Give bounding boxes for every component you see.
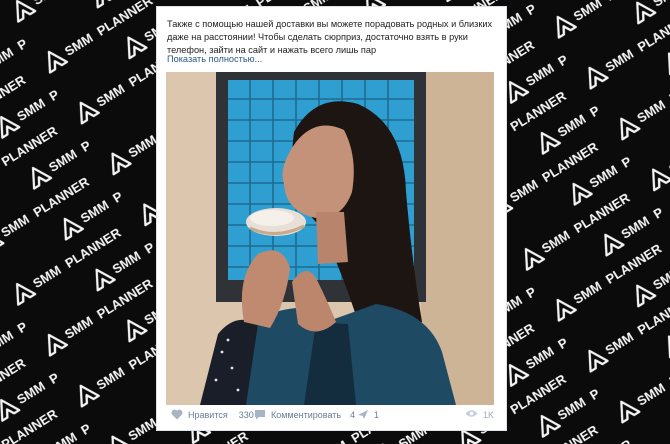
eye-icon: [465, 409, 478, 420]
views-counter: 1K: [465, 409, 494, 420]
comment-icon: [254, 409, 266, 420]
show-more-link[interactable]: Показать полностью...: [167, 54, 262, 64]
share-count: 1: [374, 409, 380, 420]
post-photo[interactable]: [166, 72, 494, 405]
comment-label: Комментировать: [271, 409, 342, 420]
comment-count: 4: [350, 409, 356, 420]
like-count: 330: [238, 409, 254, 420]
like-button[interactable]: Нравится 330: [171, 409, 254, 420]
heart-icon: [171, 409, 183, 420]
share-button[interactable]: 1: [357, 409, 379, 420]
like-label: Нравится: [188, 409, 228, 420]
post-actions-bar: Нравится 330 Комментировать 4 1 1K: [157, 400, 506, 430]
share-icon: [357, 409, 369, 420]
post-card: Также с помощью нашей доставки вы можете…: [157, 7, 506, 430]
comment-button[interactable]: Комментировать 4: [254, 409, 355, 420]
views-count: 1K: [482, 409, 494, 420]
post-text: Также с помощью нашей доставки вы можете…: [167, 19, 493, 55]
